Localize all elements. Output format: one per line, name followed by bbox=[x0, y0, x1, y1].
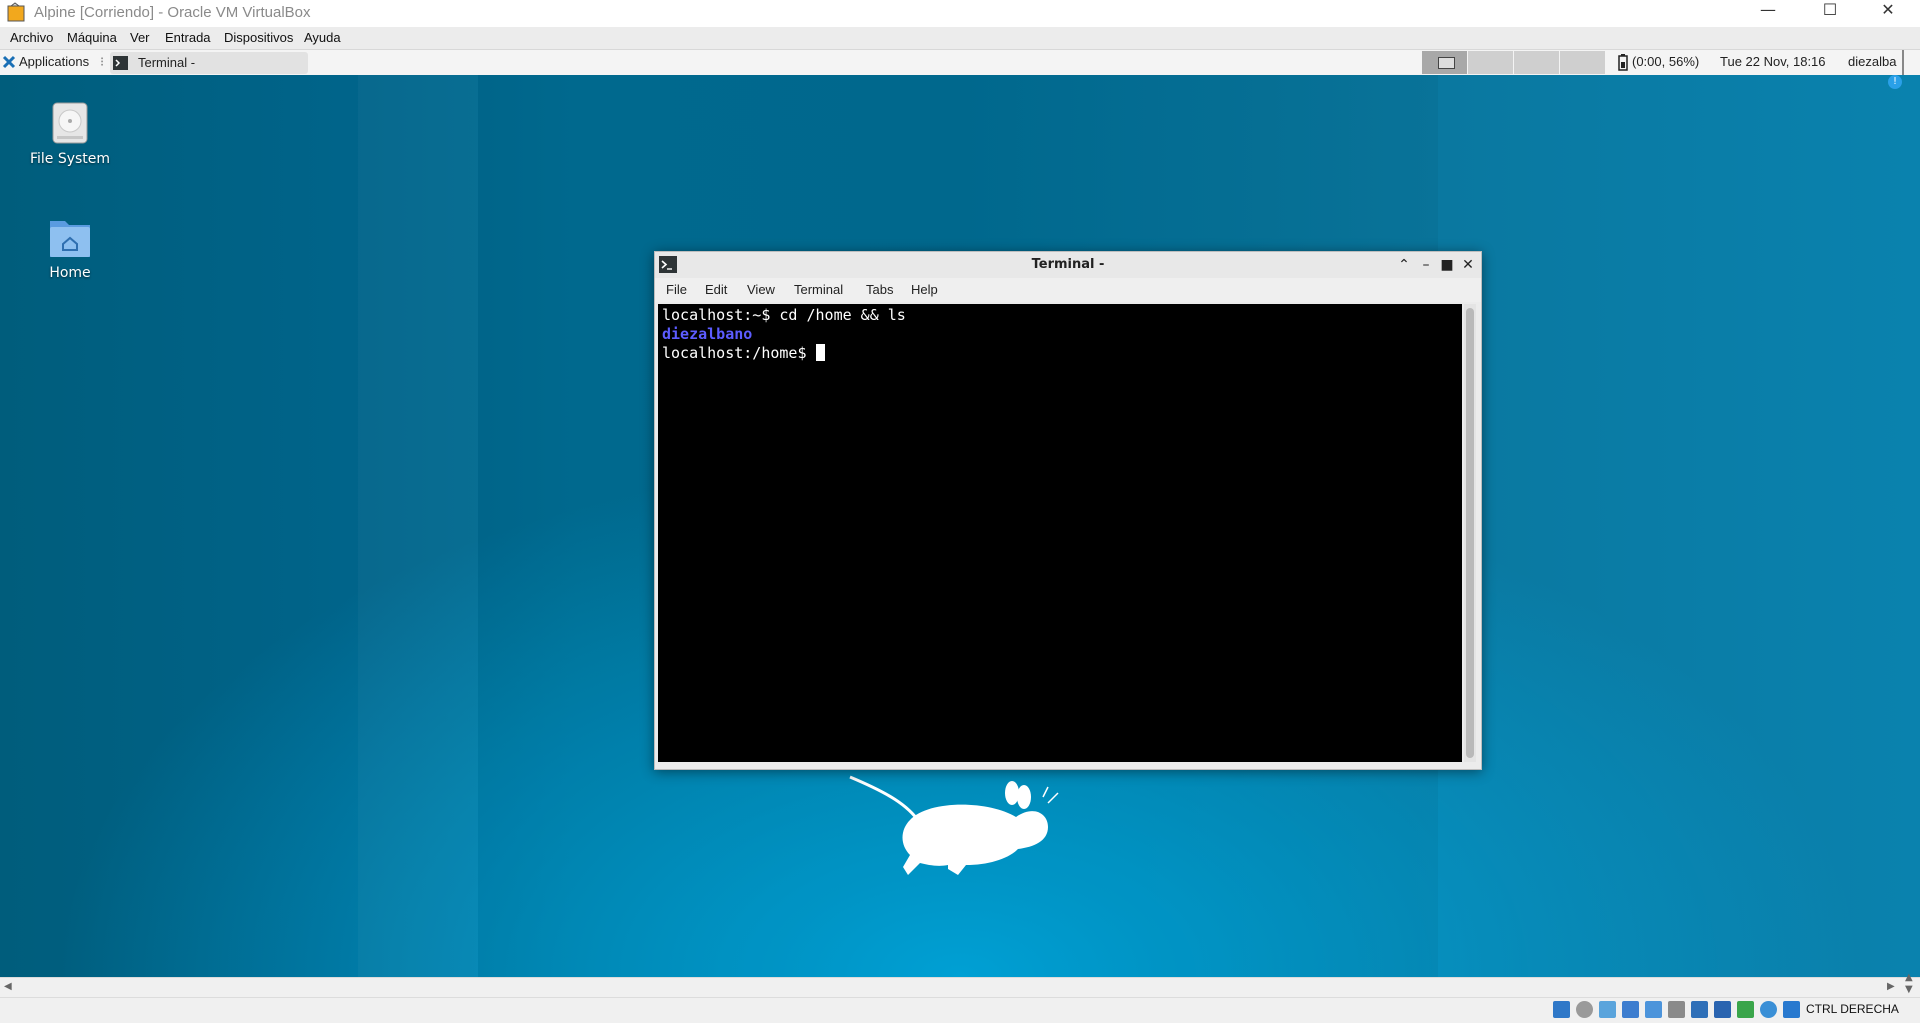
terminal-title: Terminal - bbox=[1031, 257, 1105, 272]
network-icon[interactable] bbox=[1622, 1001, 1639, 1018]
terminal-menu-file[interactable]: File bbox=[666, 282, 687, 297]
host-horizontal-scrollbar[interactable]: ◀ ▶ ▲ ▼ bbox=[0, 972, 1920, 998]
menu-archivo[interactable]: Archivo bbox=[10, 30, 53, 45]
scroll-right-arrow-icon[interactable]: ▶ bbox=[1887, 981, 1895, 992]
terminal-line: localhost:~$ cd /home && ls bbox=[662, 306, 906, 324]
home-folder-icon bbox=[50, 221, 90, 257]
terminal-prompt-line: localhost:/home$ bbox=[662, 344, 825, 362]
desktop-icon-label: File System bbox=[29, 151, 111, 167]
desktop-icon-label: Home bbox=[49, 265, 91, 281]
workspace-2[interactable] bbox=[1468, 51, 1513, 74]
terminal-scrollbar-thumb[interactable] bbox=[1466, 308, 1474, 758]
recording-icon[interactable] bbox=[1714, 1001, 1731, 1018]
panel-clock[interactable]: Tue 22 Nov, 18:16 bbox=[1720, 54, 1826, 69]
workspace-window-thumb bbox=[1438, 57, 1455, 69]
terminal-menu-view[interactable]: View bbox=[747, 282, 775, 297]
terminal-line: diezalbano bbox=[662, 325, 753, 343]
scroll-up-arrow-icon[interactable]: ▲ bbox=[1905, 972, 1913, 983]
battery-status: (0:00, 56%) bbox=[1632, 54, 1700, 69]
desktop-icon-home[interactable]: Home bbox=[15, 215, 125, 281]
scroll-left-arrow-icon[interactable]: ◀ bbox=[4, 981, 12, 992]
host-window-title: Alpine [Corriendo] - Oracle VM VirtualBo… bbox=[34, 4, 311, 21]
scroll-down-arrow-icon[interactable]: ▼ bbox=[1905, 984, 1913, 995]
battery-icon[interactable] bbox=[1618, 54, 1628, 71]
panel-edge bbox=[1902, 50, 1904, 75]
workspace-1[interactable] bbox=[1422, 51, 1467, 74]
cpu-activity-icon[interactable] bbox=[1737, 1001, 1754, 1018]
terminal-menu-terminal[interactable]: Terminal bbox=[794, 282, 843, 297]
roll-up-button[interactable]: ⌃ bbox=[1395, 256, 1413, 274]
terminal-maximize-button[interactable]: ■ bbox=[1438, 256, 1456, 274]
terminal-minimize-button[interactable]: – bbox=[1417, 256, 1435, 274]
terminal-title-bar[interactable]: Terminal - ⌃ – ■ ✕ bbox=[655, 252, 1481, 278]
terminal-close-button[interactable]: ✕ bbox=[1459, 256, 1477, 274]
terminal-cursor bbox=[815, 344, 825, 361]
taskbar-terminal-button[interactable]: Terminal - bbox=[110, 52, 308, 74]
keyboard-capture-icon[interactable] bbox=[1783, 1001, 1800, 1018]
host-key-label: CTRL DERECHA bbox=[1806, 1002, 1899, 1016]
menu-maquina[interactable]: Máquina bbox=[67, 30, 117, 45]
guest-desktop: File System Home Terminal - ⌃ – ■ ✕ File… bbox=[0, 75, 1920, 977]
terminal-prompt: localhost:/home$ bbox=[662, 344, 816, 362]
terminal-menu-tabs[interactable]: Tabs bbox=[866, 282, 893, 297]
host-status-bar: CTRL DERECHA bbox=[0, 997, 1920, 1023]
terminal-menu-bar: File Edit View Terminal Tabs Help bbox=[655, 278, 1481, 302]
terminal-menu-help[interactable]: Help bbox=[911, 282, 938, 297]
notification-indicator-icon[interactable]: ! bbox=[1888, 75, 1902, 89]
desktop-icon-file-system[interactable]: File System bbox=[15, 101, 125, 167]
audio-icon[interactable] bbox=[1599, 1001, 1616, 1018]
taskbar-terminal-label: Terminal - bbox=[138, 55, 196, 70]
minimize-button[interactable]: — bbox=[1745, 0, 1791, 27]
menu-ayuda[interactable]: Ayuda bbox=[304, 30, 341, 45]
maximize-button[interactable]: ☐ bbox=[1807, 0, 1853, 27]
panel-user[interactable]: diezalba bbox=[1848, 54, 1896, 69]
hard-disk-icon[interactable] bbox=[1553, 1001, 1570, 1018]
workspace-3[interactable] bbox=[1514, 51, 1559, 74]
menu-entrada[interactable]: Entrada bbox=[165, 30, 211, 45]
optical-drive-icon[interactable] bbox=[1576, 1001, 1593, 1018]
shared-folders-icon[interactable] bbox=[1668, 1001, 1685, 1018]
host-title-bar: Alpine [Corriendo] - Oracle VM VirtualBo… bbox=[0, 0, 1920, 27]
display-icon[interactable] bbox=[1691, 1001, 1708, 1018]
menu-ver[interactable]: Ver bbox=[130, 30, 150, 45]
terminal-menu-edit[interactable]: Edit bbox=[705, 282, 727, 297]
terminal-output[interactable]: localhost:~$ cd /home && ls diezalbano l… bbox=[658, 304, 1462, 762]
workspace-4[interactable] bbox=[1560, 51, 1605, 74]
panel-separator-handle: ⁝ bbox=[100, 54, 105, 69]
terminal-icon bbox=[113, 56, 128, 70]
xfce-mouse-logo bbox=[849, 775, 1059, 875]
terminal-window: Terminal - ⌃ – ■ ✕ File Edit View Termin… bbox=[654, 251, 1482, 770]
drive-icon bbox=[52, 102, 88, 144]
applications-menu-button[interactable]: Applications bbox=[19, 54, 89, 69]
guest-top-panel: Applications ⁝ Terminal - (0:00, 56%) Tu… bbox=[0, 50, 1920, 76]
menu-dispositivos[interactable]: Dispositivos bbox=[224, 30, 293, 45]
xfce-menu-icon bbox=[2, 55, 16, 69]
virtualbox-logo-icon bbox=[7, 2, 25, 22]
wallpaper-light-beam bbox=[358, 75, 478, 977]
mouse-integration-icon[interactable] bbox=[1760, 1001, 1777, 1018]
host-menu-bar: Archivo Máquina Ver Entrada Dispositivos… bbox=[0, 27, 1920, 50]
close-button[interactable]: ✕ bbox=[1865, 0, 1911, 27]
usb-icon[interactable] bbox=[1645, 1001, 1662, 1018]
